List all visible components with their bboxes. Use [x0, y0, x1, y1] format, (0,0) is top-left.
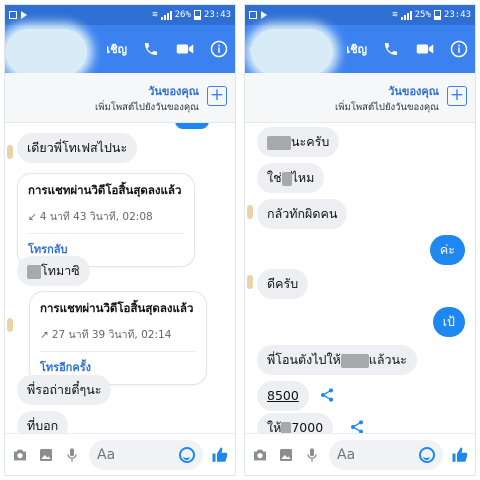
video-icon[interactable]	[175, 39, 195, 59]
your-day-strip[interactable]: วันของคุณ เพิ่มโพสต์ไปยังวันของคุณ +	[245, 73, 475, 123]
your-day-strip[interactable]: วันของคุณ เพิ่มโพสต์ไปยังวันของคุณ +	[5, 73, 235, 123]
message-bubble[interactable]: ให้ 7000	[257, 413, 334, 435]
wifi-icon: ≋	[392, 10, 398, 20]
call-again-link[interactable]: โทรอีกครั้ง	[40, 358, 196, 376]
play-icon	[21, 11, 27, 19]
wifi-icon: ≋	[152, 10, 158, 20]
emoji-icon[interactable]	[179, 446, 195, 463]
message-list[interactable]: เดียวพี่โทเฟสไปนะ การแชทผ่านวิดีโอสิ้นสุ…	[5, 123, 235, 435]
video-call-card: การแชทผ่านวิดีโอสิ้นสุดลงแล้ว ↗ 27 นาที …	[29, 291, 207, 385]
add-story-plus-icon[interactable]: +	[447, 86, 467, 106]
call-title: การแชทผ่านวิดีโอสิ้นสุดลงแล้ว	[40, 301, 194, 315]
video-icon[interactable]	[415, 39, 435, 59]
camera-icon[interactable]	[11, 446, 29, 464]
thumbs-up-icon[interactable]	[451, 446, 469, 464]
info-icon[interactable]	[209, 39, 229, 59]
message-bubble[interactable]: กลัวทักผิดคน	[257, 199, 348, 229]
message-bubble[interactable]: ดีครับ	[257, 269, 309, 299]
battery-icon	[433, 10, 441, 20]
outgoing-message-bubble[interactable]: ค่ะ	[429, 235, 465, 265]
battery-percent: 26%	[174, 10, 191, 20]
status-bar: ≋ 25% 23:43	[245, 5, 475, 25]
battery-percent: 25%	[414, 10, 431, 20]
signal-icon	[400, 10, 412, 20]
message-list[interactable]: นะครับ ใช่ ไหม กลัวทักผิดคน ค่ะ ดีครับ เป…	[245, 123, 475, 435]
message-input-wrapper	[89, 439, 203, 470]
story-title: วันของคุณ	[388, 85, 439, 98]
contact-avatar-blurred[interactable]	[251, 29, 333, 75]
phone-icon[interactable]	[141, 39, 161, 59]
message-bubble[interactable]: พี่รอถ่ายตี๋ๆนะ	[17, 375, 112, 405]
message-bubble[interactable]: 8500	[257, 381, 309, 411]
outgoing-message-bubble[interactable]: เป้	[432, 307, 465, 337]
message-bubble[interactable]: โทมาซิ	[17, 256, 90, 286]
notification-icon	[9, 11, 17, 19]
sender-avatar	[247, 205, 253, 219]
microphone-icon[interactable]	[63, 446, 81, 464]
conversation-header: ← เชิญ	[245, 25, 475, 75]
sender-avatar	[7, 145, 13, 159]
message-bubble[interactable]: ใช่ ไหม	[257, 163, 325, 193]
right-screenshot: ≋ 25% 23:43 ← เชิญ วันของคุณ เพิ่มโพสต์ไ…	[244, 4, 476, 476]
incoming-arrow-icon: ↙	[28, 210, 37, 223]
gallery-icon[interactable]	[277, 446, 295, 464]
composer-bar	[245, 433, 475, 475]
message-bubble[interactable]: นะครับ	[257, 127, 340, 157]
story-subtitle: เพิ่มโพสต์ไปยังวันของคุณ	[335, 102, 439, 113]
conversation-header: ← เชิญ	[5, 25, 235, 75]
invite-button[interactable]: เชิญ	[106, 40, 127, 58]
phone-icon[interactable]	[381, 39, 401, 59]
info-icon[interactable]	[449, 39, 469, 59]
composer-bar	[5, 433, 235, 475]
redacted-name	[267, 135, 291, 150]
invite-button[interactable]: เชิญ	[346, 40, 367, 58]
message-input[interactable]	[337, 446, 419, 463]
message-bubble[interactable]: พี่โอนตังไปให้ แล้วนะ	[257, 345, 417, 375]
clock: 23:43	[443, 10, 471, 20]
battery-icon	[193, 10, 201, 20]
left-screenshot: ≋ 26% 23:43 ← เชิญ วันของคุณ เพิ่มโพสต์ไ…	[4, 4, 236, 476]
call-duration: ↙ 4 นาที 43 วินาที, 02:08	[28, 210, 153, 224]
message-bubble[interactable]: ที่บอก	[17, 411, 69, 435]
share-icon[interactable]	[319, 387, 335, 403]
video-call-card: การแชทผ่านวิดีโอสิ้นสุดลงแล้ว ↙ 4 นาที 4…	[17, 173, 195, 267]
call-title: การแชทผ่านวิดีโอสิ้นสุดลงแล้ว	[28, 183, 182, 197]
redacted-name	[340, 353, 369, 368]
add-story-plus-icon[interactable]: +	[207, 86, 227, 106]
emoji-icon[interactable]	[419, 446, 435, 463]
redacted-text	[281, 171, 292, 186]
story-subtitle: เพิ่มโพสต์ไปยังวันของคุณ	[95, 102, 199, 113]
call-duration: ↗ 27 นาที 39 วินาที, 02:14	[40, 328, 172, 342]
previous-outgoing-bubble	[175, 123, 209, 129]
camera-icon[interactable]	[251, 446, 269, 464]
notification-icon	[249, 11, 257, 19]
sender-avatar	[247, 275, 253, 289]
message-bubble[interactable]: เดียวพี่โทเฟสไปนะ	[17, 133, 138, 163]
play-icon	[261, 11, 267, 19]
clock: 23:43	[203, 10, 231, 20]
gallery-icon[interactable]	[37, 446, 55, 464]
status-bar: ≋ 26% 23:43	[5, 5, 235, 25]
message-input[interactable]	[97, 446, 179, 463]
sender-avatar	[7, 318, 13, 332]
thumbs-up-icon[interactable]	[211, 446, 229, 464]
microphone-icon[interactable]	[303, 446, 321, 464]
signal-icon	[160, 10, 172, 20]
contact-avatar-blurred[interactable]	[5, 29, 87, 75]
outgoing-arrow-icon: ↗	[40, 328, 49, 341]
redacted-name	[27, 264, 41, 279]
message-input-wrapper	[329, 439, 443, 470]
story-title: วันของคุณ	[148, 85, 199, 98]
